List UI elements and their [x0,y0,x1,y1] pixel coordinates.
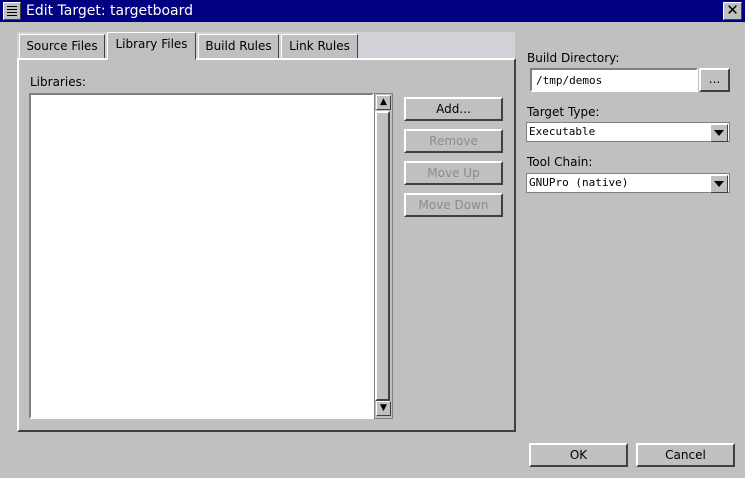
target-type-select[interactable]: Executable [526,122,730,142]
build-directory-label: Build Directory: [527,51,620,65]
scroll-up-icon[interactable]: ▲ [376,95,391,110]
cancel-button[interactable]: Cancel [636,443,735,467]
libraries-label: Libraries: [30,75,86,89]
remove-button[interactable]: Remove [404,129,503,153]
close-icon[interactable]: ✕ [723,2,742,20]
tab-library-files[interactable]: Library Files [107,32,196,60]
tab-link-rules[interactable]: Link Rules [281,34,358,59]
tab-source-files[interactable]: Source Files [19,34,105,59]
chevron-down-icon[interactable] [710,124,728,142]
scroll-down-icon[interactable]: ▼ [376,401,391,416]
browse-button[interactable]: ... [699,68,730,92]
window-title: Edit Target: targetboard [26,3,194,19]
target-type-value: Executable [529,125,596,138]
tool-chain-label: Tool Chain: [527,155,593,169]
target-type-label: Target Type: [527,105,600,119]
tool-chain-select[interactable]: GNUPro (native) [526,173,730,193]
libraries-list[interactable] [29,93,374,419]
tab-build-rules[interactable]: Build Rules [198,34,279,59]
scroll-thumb[interactable] [375,111,390,401]
build-directory-field[interactable]: /tmp/demos [530,68,698,92]
move-up-button[interactable]: Move Up [404,161,503,185]
build-directory-value: /tmp/demos [536,74,603,87]
window-menu-icon[interactable] [3,2,21,20]
title-bar: Edit Target: targetboard ✕ [0,0,745,22]
ok-button[interactable]: OK [529,443,628,467]
chevron-down-icon[interactable] [710,175,728,193]
tool-chain-value: GNUPro (native) [529,176,629,189]
move-down-button[interactable]: Move Down [404,193,503,217]
add-button[interactable]: Add... [404,97,503,121]
